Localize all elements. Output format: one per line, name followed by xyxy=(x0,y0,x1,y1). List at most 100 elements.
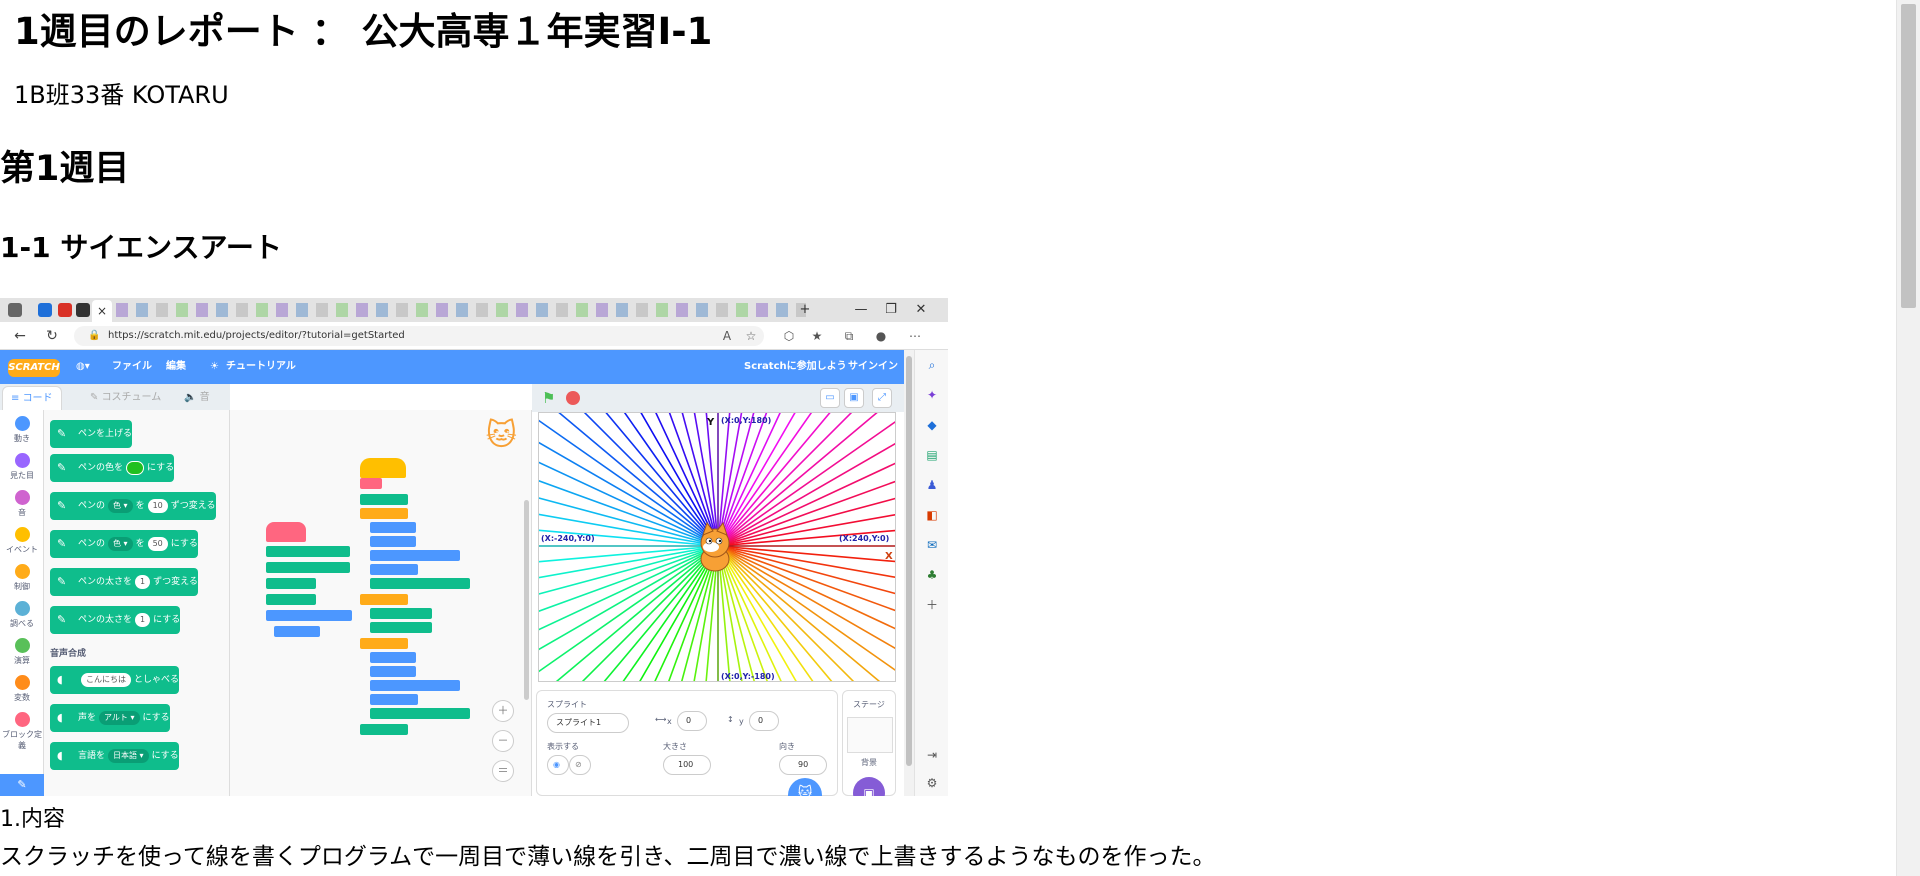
add-sidebar-icon[interactable]: ＋ xyxy=(923,596,941,614)
script-block[interactable] xyxy=(266,522,306,542)
script-block[interactable] xyxy=(266,578,316,589)
script-block[interactable] xyxy=(370,694,418,705)
block-set-pen-color[interactable]: ✎ ペンの色を にする xyxy=(50,454,175,482)
script-block[interactable] xyxy=(370,680,460,691)
add-backdrop-icon[interactable]: ▣ xyxy=(853,777,885,796)
stage-panel[interactable]: ステージ 背景 ▣ xyxy=(842,690,896,796)
block-set-pen-size[interactable]: ✎ ペンの太さを 1 にする xyxy=(50,606,181,634)
script-block[interactable] xyxy=(360,638,408,649)
script-block[interactable] xyxy=(266,594,316,605)
category-7[interactable]: 変数 xyxy=(0,675,44,703)
hide-sidebar-icon[interactable]: ⇥ xyxy=(923,746,941,764)
script-block[interactable] xyxy=(360,508,408,519)
hide-eye-icon[interactable]: ⊘ xyxy=(569,755,591,775)
script-scrollbar[interactable] xyxy=(524,500,529,700)
tab-costume[interactable]: ✎ コスチューム xyxy=(82,386,169,410)
category-5[interactable]: 調べる xyxy=(0,601,44,629)
block-set-voice[interactable]: ◖ 声を アルト ▾ にする xyxy=(50,704,170,732)
join-scratch-link[interactable]: Scratchに参加しよう xyxy=(744,350,847,384)
page-scrollbar-thumb[interactable] xyxy=(1901,4,1916,308)
script-block[interactable] xyxy=(360,724,408,735)
extension-icon[interactable]: ✎ xyxy=(0,774,44,796)
show-eye-icon[interactable]: ◉ xyxy=(547,755,569,775)
color-swatch[interactable] xyxy=(126,460,145,475)
fullscreen-icon[interactable]: ⤢ xyxy=(872,388,892,408)
editor-scrollbar[interactable] xyxy=(904,350,914,796)
category-4[interactable]: 制御 xyxy=(0,564,44,592)
script-block[interactable] xyxy=(370,536,416,547)
new-tab-button[interactable]: + xyxy=(790,298,820,322)
block-pen-up[interactable]: ✎ ペンを上げる xyxy=(50,420,133,448)
extensions-icon[interactable]: ⬡ xyxy=(780,326,798,346)
script-block[interactable] xyxy=(274,626,320,637)
direction-field[interactable]: 90 xyxy=(779,755,827,775)
maximize-button[interactable]: ❐ xyxy=(876,298,906,322)
favorites-icon[interactable]: ★ xyxy=(808,326,826,346)
block-set-language[interactable]: ◖ 言語を 日本語 ▾ にする xyxy=(50,742,179,770)
category-8[interactable]: ブロック定義 xyxy=(0,712,44,751)
profile-avatar[interactable]: ● xyxy=(872,326,890,346)
size-field[interactable]: 100 xyxy=(663,755,711,775)
script-block[interactable] xyxy=(370,564,418,575)
category-1[interactable]: 見た目 xyxy=(0,453,44,481)
x-field[interactable]: 0 xyxy=(677,711,707,731)
script-block[interactable] xyxy=(266,562,350,573)
search-icon[interactable]: ⌕ xyxy=(923,356,941,374)
script-block[interactable] xyxy=(360,458,406,478)
settings-gear-icon[interactable]: ⚙ xyxy=(923,774,941,792)
script-block[interactable] xyxy=(370,652,416,663)
category-3[interactable]: イベント xyxy=(0,527,44,555)
copilot-icon[interactable]: ✦ xyxy=(923,386,941,404)
script-block[interactable] xyxy=(266,610,352,621)
script-block[interactable] xyxy=(370,550,460,561)
script-block[interactable] xyxy=(266,546,350,557)
script-block[interactable] xyxy=(370,708,470,719)
category-6[interactable]: 演算 xyxy=(0,638,44,666)
signin-link[interactable]: サインイン xyxy=(848,350,898,384)
url-field[interactable]: 🔒 https://scratch.mit.edu/projects/edito… xyxy=(74,326,764,346)
block-speak[interactable]: ◖ こんにちは としゃべる xyxy=(50,666,180,694)
script-block[interactable] xyxy=(370,622,432,633)
normal-stage-icon[interactable]: ▣ xyxy=(844,388,864,408)
menu-tutorial[interactable]: チュートリアル xyxy=(226,350,296,384)
script-block[interactable] xyxy=(360,494,408,505)
zoom-reset-icon[interactable]: ＝ xyxy=(492,760,514,782)
block-change-pen[interactable]: ✎ ペンの色 ▾ を 10 ずつ変える xyxy=(50,492,216,520)
tab-sound[interactable]: 🔈 音 xyxy=(176,386,218,410)
zoom-in-icon[interactable]: ＋ xyxy=(492,700,514,722)
small-stage-icon[interactable]: ▭ xyxy=(820,388,840,408)
tree-icon[interactable]: ♣ xyxy=(923,566,941,584)
shopping-tag-icon[interactable]: ◆ xyxy=(923,416,941,434)
block-set-pen[interactable]: ✎ ペンの色 ▾ を 50 にする xyxy=(50,530,198,558)
category-2[interactable]: 音 xyxy=(0,490,44,518)
y-field[interactable]: 0 xyxy=(749,711,779,731)
green-flag-icon[interactable]: ⚑ xyxy=(542,389,555,407)
script-block[interactable] xyxy=(370,608,432,619)
outlook-icon[interactable]: ✉ xyxy=(923,536,941,554)
back-icon[interactable]: ← xyxy=(10,326,30,346)
read-aloud-icon[interactable]: A xyxy=(718,326,736,346)
tab-code[interactable]: ≡ コード xyxy=(2,386,62,410)
script-block[interactable] xyxy=(360,478,382,489)
script-block[interactable] xyxy=(370,522,416,533)
script-block[interactable] xyxy=(370,578,470,589)
sprite-name-field[interactable]: スプライト1 xyxy=(547,713,629,733)
office-icon[interactable]: ◧ xyxy=(923,506,941,524)
menu-file[interactable]: ファイル xyxy=(112,350,152,384)
favorite-icon[interactable]: ☆ xyxy=(742,326,760,346)
more-menu-icon[interactable]: ⋯ xyxy=(906,326,924,346)
globe-icon[interactable]: ◍▾ xyxy=(76,350,90,384)
minimize-button[interactable]: — xyxy=(846,298,876,322)
tools-icon[interactable]: ▤ xyxy=(923,446,941,464)
stage-canvas[interactable]: (X:0,Y:180) (X:0,Y:-180) (X:-240,Y:0) (X… xyxy=(538,412,896,682)
page-scrollbar[interactable] xyxy=(1896,0,1920,876)
collections-icon[interactable]: ⧉ xyxy=(840,326,858,346)
stop-icon[interactable] xyxy=(566,391,580,405)
script-block[interactable] xyxy=(370,666,416,677)
refresh-icon[interactable]: ↻ xyxy=(42,326,62,346)
menu-edit[interactable]: 編集 xyxy=(166,350,186,384)
script-area[interactable]: 🐱 ＋ － ＝ xyxy=(230,410,532,796)
tab-close-icon[interactable]: × xyxy=(92,300,112,322)
category-0[interactable]: 動き xyxy=(0,416,44,444)
script-block[interactable] xyxy=(360,594,408,605)
